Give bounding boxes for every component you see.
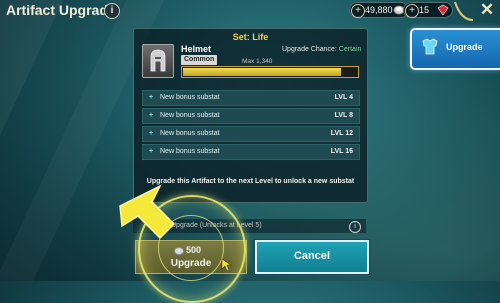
gem-counter: + 15 [403, 2, 453, 18]
upgrade-chance: Upgrade Chance: Certain [282, 46, 361, 53]
substat-row: + New bonus substat LVL 16 [142, 144, 360, 160]
xp-bar [181, 66, 359, 78]
unlock-hint: Upgrade this Artifact to the next Level … [146, 178, 355, 185]
xp-bar-fill [183, 68, 342, 76]
rarity-badge: Common [181, 55, 218, 65]
add-gems-icon[interactable]: + [405, 4, 419, 18]
swirl-icon [454, 1, 474, 21]
side-tab-label: Upgrade [446, 42, 483, 52]
artifact-panel: Set: Life Helmet Common Upgrade Chance: … [133, 28, 368, 203]
cancel-button-label: Cancel [293, 250, 331, 262]
add-silver-icon[interactable]: + [351, 4, 365, 18]
silver-counter: + 49,880 [349, 2, 409, 18]
upgrade-cost: 500 [186, 245, 202, 255]
upgrade-chance-label: Upgrade Chance: [282, 46, 337, 53]
substat-label: New bonus substat [160, 94, 220, 101]
plus-icon: + [149, 112, 154, 119]
pointer-cursor-icon [221, 258, 232, 272]
cancel-button[interactable]: Cancel [255, 240, 369, 274]
silver-value: 49,880 [365, 5, 393, 15]
substat-row: + New bonus substat LVL 8 [142, 108, 360, 124]
artifact-name: Helmet [181, 44, 212, 54]
artifact-icon[interactable] [142, 44, 174, 78]
substat-row: + New bonus substat LVL 4 [142, 90, 360, 106]
close-icon[interactable]: ✕ [477, 1, 497, 19]
upgrade-info-text: Upgrade (Unlocks at Level 5) [171, 222, 262, 229]
upgrade-info-bar: Upgrade (Unlocks at Level 5) i [133, 219, 366, 233]
upgrade-chance-value: Certain [338, 46, 362, 53]
top-bar: Artifact Upgrade i + 49,880 + 15 ✕ [0, 0, 500, 22]
substat-label: New bonus substat [160, 148, 220, 155]
substat-level: LVL 12 [330, 130, 353, 137]
plus-icon: + [149, 94, 154, 101]
substat-level: LVL 4 [334, 94, 353, 101]
helmet-icon [150, 49, 166, 72]
set-title: Set: Life [232, 32, 269, 42]
max-value: Max 1,340 [242, 58, 273, 65]
substat-row: + New bonus substat LVL 12 [142, 126, 360, 142]
substat-label: New bonus substat [160, 112, 220, 119]
gem-icon [437, 4, 449, 16]
info-icon[interactable]: i [349, 221, 361, 233]
gem-value: 15 [419, 5, 430, 15]
substat-level: LVL 8 [334, 112, 353, 119]
substat-label: New bonus substat [160, 130, 220, 137]
page-title: Artifact Upgrade [6, 2, 116, 18]
side-tab-upgrade[interactable]: Upgrade [410, 28, 500, 70]
substat-level: LVL 16 [330, 148, 353, 155]
armor-icon [422, 38, 438, 55]
silver-icon [174, 247, 184, 255]
info-icon[interactable]: i [104, 3, 120, 19]
plus-icon: + [149, 130, 154, 137]
plus-icon: + [149, 148, 154, 155]
